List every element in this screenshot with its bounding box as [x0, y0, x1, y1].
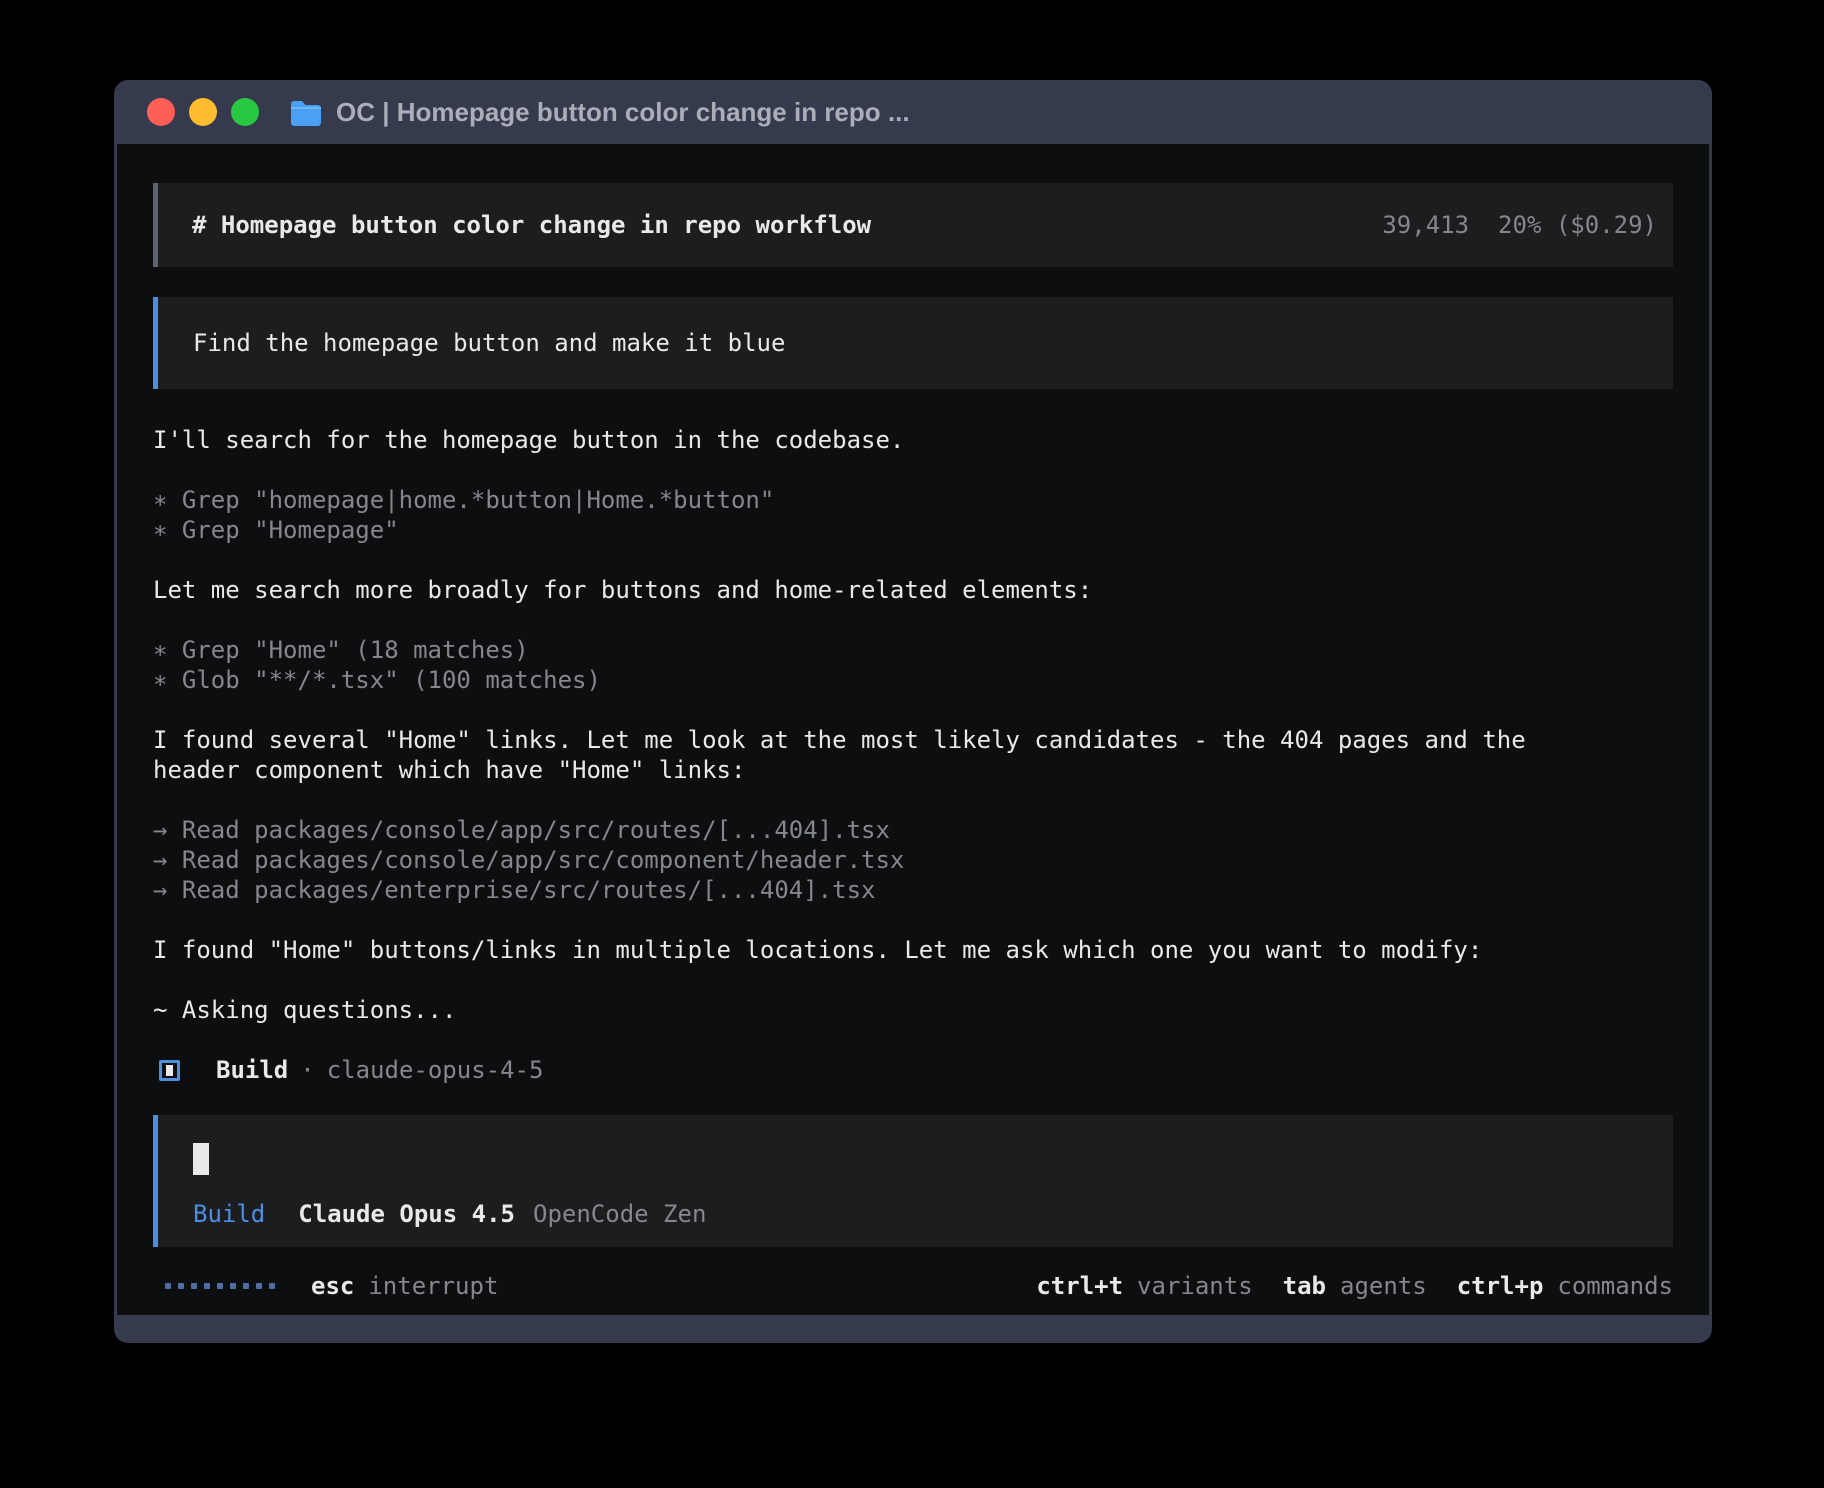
- model-label[interactable]: Claude Opus 4.5: [298, 1199, 515, 1229]
- tool-call-grep: ∗ Grep "Home" (18 matches): [153, 635, 1673, 665]
- assistant-transcript: I'll search for the homepage button in t…: [153, 425, 1673, 1085]
- hint-agents-pair: tab agents: [1283, 1271, 1427, 1301]
- hint-interrupt: interrupt: [368, 1271, 498, 1301]
- hint-variants: variants: [1137, 1271, 1253, 1301]
- assistant-text: Let me search more broadly for buttons a…: [153, 575, 1673, 605]
- provider-label: OpenCode Zen: [533, 1199, 706, 1229]
- window-bottom-edge: [114, 1315, 1712, 1343]
- tool-call-read: → Read packages/console/app/src/componen…: [153, 845, 1673, 875]
- status-bar-right: ctrl+t variants tab agents ctrl+p comman…: [1006, 1271, 1673, 1301]
- agent-status-row: Build · claude-opus-4-5: [153, 1055, 1673, 1085]
- text-cursor: [193, 1143, 209, 1175]
- context-usage-cost: 20% ($0.29): [1498, 210, 1657, 240]
- spinner-dot: [204, 1283, 210, 1289]
- agent-build-icon: [159, 1060, 180, 1081]
- window-titlebar[interactable]: OC | Homepage button color change in rep…: [114, 80, 1712, 144]
- terminal-content: # Homepage button color change in repo w…: [117, 144, 1709, 1315]
- hint-commands: commands: [1557, 1271, 1673, 1301]
- assistant-text: I found "Home" buttons/links in multiple…: [153, 935, 1673, 965]
- hint-variants-pair: ctrl+t variants: [1036, 1271, 1252, 1301]
- spinner-dot: [256, 1283, 262, 1289]
- assistant-text: I'll search for the homepage button in t…: [153, 425, 1673, 455]
- assistant-text: I found several "Home" links. Let me loo…: [153, 725, 1673, 785]
- model-id: claude-opus-4-5: [327, 1055, 544, 1085]
- user-message-text: Find the homepage button and make it blu…: [193, 328, 785, 358]
- spinner-dot: [243, 1283, 249, 1289]
- prompt-input[interactable]: Build Claude Opus 4.5 OpenCode Zen: [153, 1115, 1673, 1247]
- tool-call-read: → Read packages/console/app/src/routes/[…: [153, 815, 1673, 845]
- dot-separator: ·: [300, 1055, 314, 1085]
- agent-build-icon-inner: [166, 1065, 173, 1076]
- key-esc: esc: [311, 1271, 354, 1301]
- key-ctrl-p: ctrl+p: [1457, 1271, 1544, 1301]
- spinner-dot: [165, 1283, 171, 1289]
- folder-icon: [289, 99, 323, 126]
- tool-call-grep: ∗ Grep "homepage|home.*button|Home.*butt…: [153, 485, 1673, 515]
- tool-call-read: → Read packages/enterprise/src/routes/[.…: [153, 875, 1673, 905]
- spinner-dot: [230, 1283, 236, 1289]
- hint-commands-pair: ctrl+p commands: [1457, 1271, 1673, 1301]
- status-bar: esc interrupt ctrl+t variants tab agents…: [153, 1271, 1673, 1301]
- agent-mode-label[interactable]: Build: [193, 1199, 265, 1229]
- window-title: OC | Homepage button color change in rep…: [336, 97, 910, 128]
- tool-call-grep: ∗ Grep "Homepage": [153, 515, 1673, 545]
- assistant-status-text: ~ Asking questions...: [153, 995, 1673, 1025]
- user-message: Find the homepage button and make it blu…: [153, 297, 1673, 389]
- input-footer: Build Claude Opus 4.5 OpenCode Zen: [193, 1199, 1673, 1229]
- spinner-dot: [217, 1283, 223, 1289]
- close-window-button[interactable]: [147, 98, 175, 126]
- session-header: # Homepage button color change in repo w…: [153, 183, 1673, 267]
- spinner-dots: [165, 1283, 275, 1289]
- status-bar-left: esc interrupt: [153, 1271, 498, 1301]
- terminal-window: OC | Homepage button color change in rep…: [114, 80, 1712, 1343]
- spinner-dot: [191, 1283, 197, 1289]
- hint-agents: agents: [1340, 1271, 1427, 1301]
- tool-call-glob: ∗ Glob "**/*.tsx" (100 matches): [153, 665, 1673, 695]
- spinner-dot: [178, 1283, 184, 1289]
- spinner-dot: [269, 1283, 275, 1289]
- key-tab: tab: [1283, 1271, 1326, 1301]
- token-count: 39,413: [1382, 210, 1469, 240]
- session-title: # Homepage button color change in repo w…: [192, 210, 871, 240]
- maximize-window-button[interactable]: [231, 98, 259, 126]
- minimize-window-button[interactable]: [189, 98, 217, 126]
- key-ctrl-t: ctrl+t: [1036, 1271, 1123, 1301]
- session-stats: 39,413 20% ($0.29): [1382, 210, 1657, 240]
- agent-name: Build: [216, 1055, 288, 1085]
